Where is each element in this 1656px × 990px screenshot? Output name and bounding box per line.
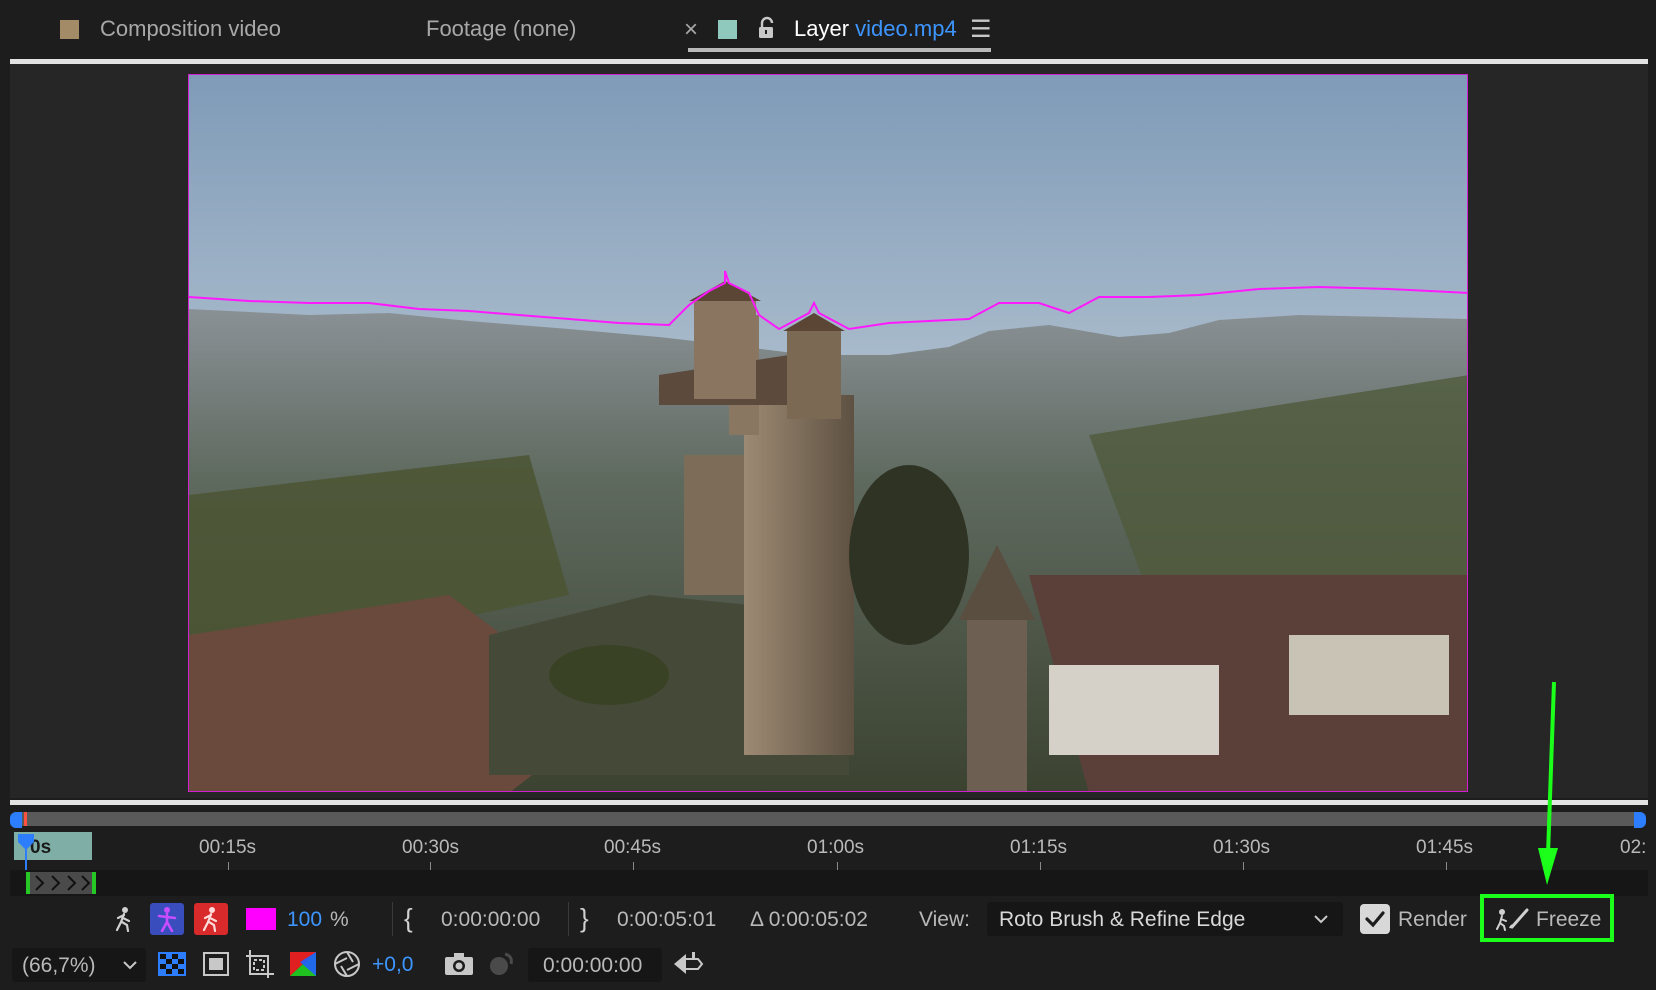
current-time-value: 0:00:00:00 <box>543 954 643 977</box>
annotation-arrow <box>1530 680 1570 895</box>
freeze-button[interactable]: Freeze <box>1480 894 1614 942</box>
ruler-tick <box>837 862 838 870</box>
mask-visibility-icon[interactable] <box>203 952 229 981</box>
ruler-label-1m00s: 01:00s <box>807 837 865 858</box>
freeze-brush-icon <box>1496 907 1530 936</box>
render-label: Render <box>1398 908 1467 931</box>
castle-landscape-frame <box>189 75 1467 791</box>
out-point-time[interactable]: 0:00:05:01 <box>617 908 716 932</box>
set-out-point-icon[interactable]: } <box>580 903 589 934</box>
view-label: View: <box>919 908 970 931</box>
chevron-down-icon <box>122 957 138 978</box>
ruler-tick <box>228 862 229 870</box>
ruler-tick <box>1243 862 1244 870</box>
reset-exposure-icon[interactable] <box>333 950 361 983</box>
work-area-start-handle[interactable] <box>10 812 22 828</box>
work-area-bar[interactable] <box>16 812 1640 826</box>
work-area-end-handle[interactable] <box>1634 812 1646 828</box>
magnification-value: (66,7%) <box>22 954 96 977</box>
tab-footage[interactable]: Footage (none) <box>426 16 576 42</box>
snapshot-camera-icon[interactable] <box>444 952 474 981</box>
panel-menu-icon[interactable]: ☰ <box>970 15 992 44</box>
unlock-icon[interactable] <box>756 16 778 45</box>
separator <box>392 902 393 936</box>
overlay-opacity-unit: % <box>330 908 349 931</box>
close-tab-icon[interactable]: × <box>684 16 698 44</box>
composition-color-swatch <box>60 20 79 39</box>
panel-divider <box>10 800 1648 805</box>
checkmark-icon <box>1365 911 1385 928</box>
ruler-tick <box>633 862 634 870</box>
tab-layer[interactable]: Layer video.mp4 <box>794 16 957 42</box>
propagation-track <box>10 870 1648 896</box>
view-select-value: Roto Brush & Refine Edge <box>999 908 1246 931</box>
background-overlay-icon[interactable] <box>194 903 228 935</box>
show-snapshot-icon[interactable] <box>485 950 515 983</box>
magnification-select[interactable]: (66,7%) <box>12 948 146 982</box>
color-channels-icon[interactable] <box>288 950 320 985</box>
overlay-opacity-value[interactable]: 100 <box>287 908 322 932</box>
ruler-label-2m: 02: <box>1620 837 1647 858</box>
ruler-label-1m15s: 01:15s <box>1010 837 1068 858</box>
separator <box>568 902 569 936</box>
region-of-interest-icon[interactable] <box>244 948 276 985</box>
ruler-tick <box>1446 862 1447 870</box>
tab-layer-prefix: Layer <box>794 16 850 41</box>
go-to-time-icon[interactable] <box>672 950 704 983</box>
walk-person-icon[interactable] <box>108 903 140 935</box>
work-area-start-marker <box>24 812 27 826</box>
exposure-value[interactable]: +0,0 <box>372 953 413 977</box>
tab-composition[interactable]: Composition video <box>100 16 281 42</box>
current-time-field[interactable]: 0:00:00:00 <box>528 948 662 982</box>
ruler-label-1m45s: 01:45s <box>1416 837 1474 858</box>
ruler-label-45s: 00:45s <box>604 837 662 858</box>
foreground-overlay-icon[interactable] <box>150 903 184 935</box>
ruler-label-1m30s: 01:30s <box>1213 837 1271 858</box>
tab-layer-name: video.mp4 <box>855 16 957 41</box>
in-point-time[interactable]: 0:00:00:00 <box>441 908 540 932</box>
ruler-tick <box>430 862 431 870</box>
layer-color-swatch <box>718 20 737 39</box>
freeze-label: Freeze <box>1536 908 1602 931</box>
ruler-label-30s: 00:30s <box>402 837 460 858</box>
overlay-color-swatch[interactable] <box>246 908 276 930</box>
view-select[interactable]: Roto Brush & Refine Edge <box>987 902 1343 936</box>
render-checkbox[interactable] <box>1360 904 1390 934</box>
transparency-grid-icon[interactable] <box>158 952 186 981</box>
duration-time: Δ 0:00:05:02 <box>750 908 868 931</box>
active-tab-indicator <box>688 48 991 52</box>
ruler-tick <box>1040 862 1041 870</box>
set-in-point-icon[interactable]: { <box>404 903 413 934</box>
ruler-label-15s: 00:15s <box>199 837 257 858</box>
chevron-down-icon <box>1313 911 1329 932</box>
video-frame[interactable] <box>188 74 1468 792</box>
